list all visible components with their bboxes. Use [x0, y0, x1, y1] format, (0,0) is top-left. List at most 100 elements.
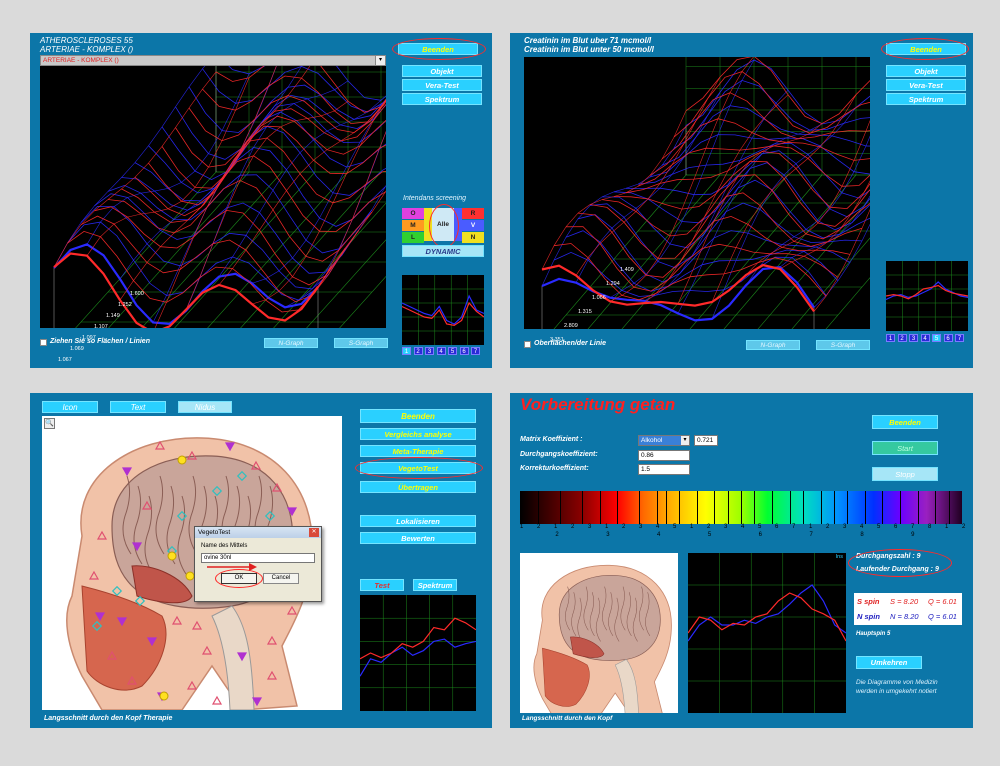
panel4-chart: Ins — [688, 553, 846, 713]
number-tab[interactable]: 3 — [909, 334, 918, 342]
n-graph-button[interactable]: N-Graph — [264, 338, 318, 348]
s-spin-label: S spin — [857, 597, 880, 606]
vergleichs-analyse-button[interactable]: Vergleichs analyse — [360, 428, 476, 440]
head-group — [533, 564, 672, 713]
spectrum-number: 1 — [604, 524, 609, 530]
chevron-down-icon[interactable]: ▾ — [681, 436, 689, 445]
umkehren-button[interactable]: Umkehren — [856, 656, 922, 669]
axis-tick-label: 1.107 — [94, 324, 108, 330]
s-graph-button[interactable]: S-Graph — [816, 340, 870, 350]
spectrum-line — [714, 491, 716, 524]
number-tab[interactable]: 2 — [413, 347, 423, 355]
number-tab[interactable]: 3 — [425, 347, 434, 355]
close-icon[interactable]: ✕ — [309, 528, 319, 537]
spectrum-line — [789, 491, 791, 524]
number-tab[interactable]: 6 — [943, 334, 953, 342]
meta-therapie-button[interactable]: Meta-Therapie — [360, 445, 476, 457]
spektrum-button[interactable]: Spektrum — [886, 93, 966, 105]
number-tab[interactable]: 4 — [436, 347, 446, 355]
screening-o[interactable]: O — [402, 208, 424, 219]
korrektur-field[interactable]: 1.5 — [638, 464, 690, 475]
tab-icon[interactable]: Icon — [42, 401, 98, 413]
s-graph-button[interactable]: S-Graph — [334, 338, 388, 348]
axis-tick-label: 1.294 — [606, 281, 620, 287]
spectrum-number: 1 — [689, 524, 694, 530]
n-graph-button[interactable]: N-Graph — [746, 340, 800, 350]
korrektur-label: Korrekturkoeffizient: — [520, 465, 589, 472]
spectrum-line — [581, 491, 583, 524]
tab-spektrum[interactable]: Spektrum — [413, 579, 457, 591]
axis-tick-label: 1.315 — [578, 309, 592, 315]
dynamic-button[interactable]: DYNAMIC — [402, 245, 484, 257]
spectrum-line — [754, 491, 756, 524]
screening-title: Intendans screening — [403, 195, 467, 202]
number-tab[interactable]: 7 — [955, 334, 964, 342]
spectrum-number: 5 — [877, 524, 881, 530]
durchgang-label: Durchgangskoeffizient: — [520, 451, 598, 458]
note-line2: werden in umgekehrt notiert — [856, 688, 937, 695]
bewerten-button[interactable]: Bewerten — [360, 532, 476, 544]
surface-checkbox-label: Oberflächen/der Linie — [534, 340, 606, 347]
head-thumbnail — [520, 553, 678, 713]
objekt-button[interactable]: Objekt — [402, 65, 482, 77]
matrix-select[interactable]: Alkohol ▾ — [638, 435, 690, 446]
axis-tick-label: 1.409 — [620, 267, 634, 273]
panel2-mini-chart — [886, 261, 968, 331]
lokalisieren-button[interactable]: Lokalisieren — [360, 515, 476, 527]
number-tab[interactable]: 2 — [897, 334, 907, 342]
tab-text[interactable]: Text — [110, 401, 166, 413]
number-tab[interactable]: 6 — [459, 347, 469, 355]
panel1-number-tabs: 1234567 — [402, 347, 484, 357]
matrix-value-field[interactable]: 0.721 — [694, 435, 718, 446]
uebertragen-button[interactable]: Übertragen — [360, 481, 476, 493]
objekt-button[interactable]: Objekt — [886, 65, 966, 77]
number-tab[interactable]: 1 — [886, 334, 895, 342]
vera-test-button[interactable]: Vera-Test — [402, 79, 482, 91]
lines-checkbox[interactable] — [40, 339, 47, 346]
screening-n[interactable]: N — [462, 232, 484, 243]
durchgang-field[interactable]: 0.86 — [638, 450, 690, 461]
screening-l[interactable]: L — [402, 232, 424, 243]
spektrum-button[interactable]: Spektrum — [402, 93, 482, 105]
marker-dot — [159, 691, 169, 701]
tab-test[interactable]: Test — [360, 579, 404, 591]
panel1-mini-chart — [402, 275, 484, 345]
arrow-icon — [207, 563, 257, 571]
panel1-dropdown[interactable]: ARTERIAE - KOMPLEX () ▾ — [40, 55, 386, 66]
beenden-button[interactable]: Beenden — [872, 415, 938, 429]
highlight-oval — [392, 38, 486, 60]
spectrum-line — [882, 491, 884, 524]
screening-v[interactable]: V — [462, 220, 484, 231]
number-tab[interactable]: 5 — [932, 334, 941, 342]
spectrum-number: 1 — [553, 524, 558, 530]
number-tab[interactable]: 7 — [471, 347, 480, 355]
spectrum-line — [820, 491, 822, 524]
number-tab[interactable]: 1 — [402, 347, 411, 355]
chevron-down-icon[interactable]: ▾ — [375, 56, 385, 65]
number-tab[interactable]: 5 — [448, 347, 457, 355]
spectrum-number: 1 — [808, 524, 813, 530]
dialog-cancel-button[interactable]: Cancel — [263, 573, 299, 584]
axis-tick-label: 1.600 — [130, 291, 144, 297]
spectrum-line — [537, 491, 539, 524]
spectrum-line — [741, 491, 742, 524]
beenden-button[interactable]: Beenden — [360, 409, 476, 423]
axis-tick-label: 1.252 — [118, 302, 132, 308]
stopp-button[interactable]: Stopp — [872, 467, 938, 481]
number-tab[interactable]: 4 — [920, 334, 930, 342]
screening-r[interactable]: R — [462, 208, 484, 219]
vera-test-button[interactable]: Vera-Test — [886, 79, 966, 91]
panel1-title-line1: ATHEROSCLEROSES 55 — [40, 36, 133, 45]
highlight-oval — [881, 38, 969, 60]
note-line1: Die Diagramme von Medizin — [856, 679, 938, 686]
n-spin-q-value: Q = 6.01 — [928, 612, 957, 621]
spectrum-lower-number: 6 — [758, 532, 763, 538]
spectrum-lower-number: 2 — [555, 532, 559, 538]
surface-checkbox[interactable] — [524, 341, 531, 348]
screening-m[interactable]: M — [402, 220, 424, 231]
tab-nidus[interactable]: Nidus — [178, 401, 232, 413]
spectrum-line — [802, 491, 804, 524]
start-button[interactable]: Start — [872, 441, 938, 455]
marker-dot — [185, 571, 195, 581]
spectrum-lower-number: 8 — [860, 532, 864, 538]
